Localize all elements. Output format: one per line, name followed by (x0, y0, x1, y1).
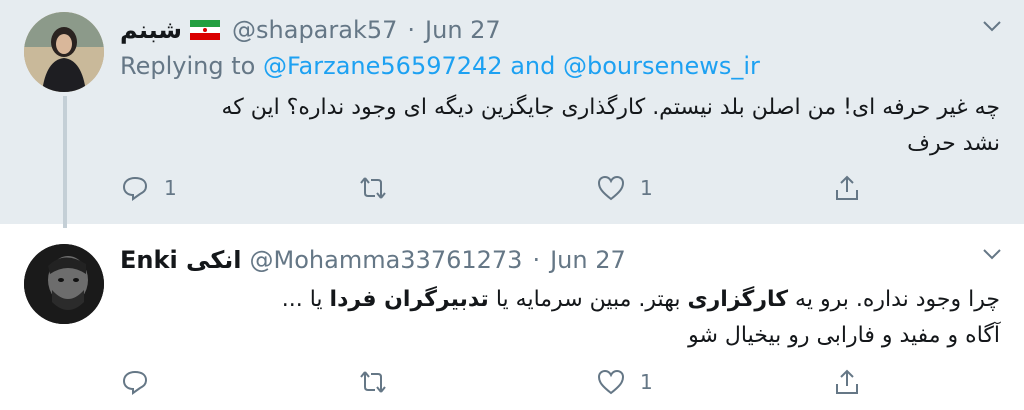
display-name[interactable]: شبنم (120, 16, 182, 44)
like-icon (597, 175, 625, 201)
display-name[interactable]: Enki انکی (120, 246, 242, 274)
avatar[interactable] (24, 12, 104, 92)
like-button[interactable]: 1 (596, 172, 653, 204)
tweet-date[interactable]: Jun 27 (550, 246, 626, 274)
tweet-text-line: نشد حرف (907, 131, 1000, 156)
tweet-2[interactable]: Enki انکی @Mohamma33761273 · Jun 27 چرا … (0, 224, 1024, 410)
avatar[interactable] (24, 244, 104, 324)
reply-count: 1 (164, 176, 177, 200)
like-count: 1 (640, 370, 653, 394)
share-icon (836, 175, 858, 200)
mention-link[interactable]: @Farzane56597242 (263, 52, 503, 80)
reply-button[interactable] (120, 366, 164, 398)
separator-dot: · (532, 246, 541, 274)
display-name-fa: انکی (186, 246, 242, 274)
text-segment: چرا وجود نداره. برو یه (795, 287, 1000, 312)
chevron-down-icon[interactable] (980, 242, 1004, 266)
handle[interactable]: @shaparak57 (232, 16, 397, 44)
replying-to: Replying to @Farzane56597242 and @bourse… (120, 52, 760, 80)
tweet-text-line: چرا وجود نداره. برو یه کارگزاری بهتر. مب… (120, 282, 1000, 318)
share-icon (836, 369, 858, 394)
tweet-text: چه غیر حرفه ای! من اصلن بلد نیستم. کارگذ… (120, 90, 1000, 162)
like-button[interactable]: 1 (596, 366, 653, 398)
reply-icon (122, 176, 148, 201)
retweet-icon (360, 177, 386, 199)
text-segment-bold: کارگزاری (687, 287, 789, 312)
handle[interactable]: @Mohamma33761273 (250, 246, 523, 274)
tweet-actions: 1 (120, 366, 1000, 398)
tweet-1[interactable]: شبنم @shaparak57 · Jun 27 Replying to @F… (0, 0, 1024, 224)
tweet-actions: 1 1 (120, 172, 1000, 204)
retweet-icon (360, 371, 386, 393)
mention-link[interactable]: @boursenews_ir (563, 52, 760, 80)
tweet-date[interactable]: Jun 27 (425, 16, 501, 44)
replying-and: and (510, 52, 556, 80)
tweet-text-line: آگاه و مفید و فارابی رو بیخیال شو (688, 323, 1000, 348)
reply-icon (122, 370, 148, 395)
retweet-button[interactable] (358, 366, 402, 398)
text-segment-bold: تدبیرگران فردا (329, 287, 489, 312)
display-name-latin: Enki (120, 246, 178, 274)
iran-flag-icon (190, 20, 221, 40)
share-button[interactable] (832, 172, 862, 204)
tweet-text: چرا وجود نداره. برو یه کارگزاری بهتر. مب… (120, 282, 1000, 354)
share-button[interactable] (832, 366, 862, 398)
tweet-text-line: چه غیر حرفه ای! من اصلن بلد نیستم. کارگذ… (221, 95, 1000, 120)
reply-button[interactable]: 1 (120, 172, 177, 204)
text-segment: یا ... (281, 287, 323, 312)
like-icon (597, 369, 625, 395)
retweet-button[interactable] (358, 172, 402, 204)
separator-dot: · (407, 16, 416, 44)
text-segment: بهتر. مبین سرمایه یا (495, 287, 681, 312)
thread-line (63, 96, 67, 228)
replying-to-label: Replying to (120, 52, 256, 80)
chevron-down-icon[interactable] (980, 14, 1004, 38)
like-count: 1 (640, 176, 653, 200)
